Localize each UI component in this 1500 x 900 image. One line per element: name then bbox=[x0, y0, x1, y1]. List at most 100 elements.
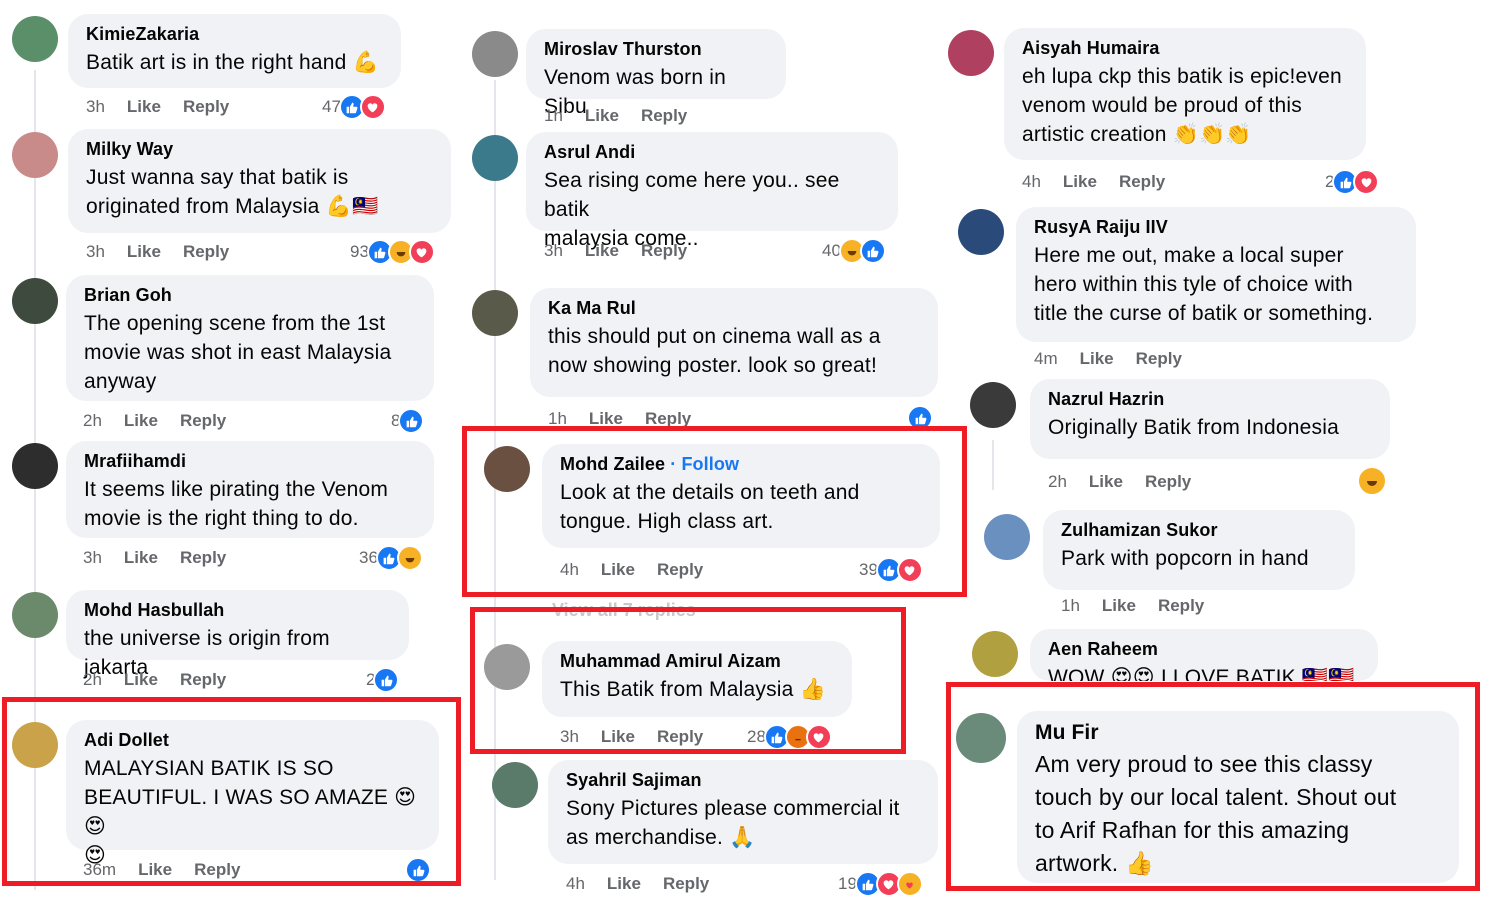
comment-time[interactable]: 3h bbox=[86, 242, 105, 261]
like-button[interactable]: Like bbox=[601, 560, 635, 579]
reply-button[interactable]: Reply bbox=[180, 411, 226, 430]
avatar[interactable] bbox=[948, 30, 994, 76]
reply-button[interactable]: Reply bbox=[641, 241, 687, 260]
avatar[interactable] bbox=[484, 446, 530, 492]
comment-author[interactable]: Milky Way bbox=[86, 139, 433, 160]
reply-button[interactable]: Reply bbox=[1158, 596, 1204, 615]
reaction-summary[interactable]: 28 bbox=[747, 724, 832, 750]
comment-time[interactable]: 36m bbox=[83, 860, 116, 879]
comment-author[interactable]: Muhammad Amirul Aizam bbox=[560, 651, 834, 672]
like-button[interactable]: Like bbox=[138, 860, 172, 879]
reply-button[interactable]: Reply bbox=[183, 242, 229, 261]
reaction-summary[interactable] bbox=[405, 857, 431, 883]
avatar[interactable] bbox=[12, 16, 58, 62]
reply-button[interactable]: Reply bbox=[183, 97, 229, 116]
comment-author[interactable]: Adi Dollet bbox=[84, 730, 421, 751]
comment-time[interactable]: 2h bbox=[83, 411, 102, 430]
like-button[interactable]: Like bbox=[124, 548, 158, 567]
comment-author[interactable]: RusyA Raiju IIV bbox=[1034, 217, 1398, 238]
comment-author[interactable]: Aisyah Humaira bbox=[1022, 38, 1348, 59]
comment-time[interactable]: 4h bbox=[560, 560, 579, 579]
comment-time[interactable]: 2h bbox=[83, 670, 102, 689]
like-button[interactable]: Like bbox=[585, 241, 619, 260]
avatar[interactable] bbox=[972, 631, 1018, 677]
comment-author[interactable]: Brian Goh bbox=[84, 285, 416, 306]
like-button[interactable]: Like bbox=[601, 727, 635, 746]
comment-time[interactable]: 1h bbox=[1061, 596, 1080, 615]
comment-time[interactable]: 4m bbox=[1034, 349, 1058, 368]
reply-button[interactable]: Reply bbox=[641, 106, 687, 125]
comment-author[interactable]: Mohd Hasbullah bbox=[84, 600, 391, 621]
comment-time[interactable]: 4h bbox=[566, 874, 585, 893]
comment-time[interactable]: 3h bbox=[83, 548, 102, 567]
comment-author[interactable]: Aen Raheem bbox=[1048, 639, 1360, 660]
like-button[interactable]: Like bbox=[607, 874, 641, 893]
reaction-summary[interactable]: 40 bbox=[822, 238, 886, 264]
avatar[interactable] bbox=[472, 290, 518, 336]
comment-time[interactable]: 2h bbox=[1048, 472, 1067, 491]
avatar[interactable] bbox=[12, 592, 58, 638]
like-button[interactable]: Like bbox=[1080, 349, 1114, 368]
comment-author[interactable]: Asrul Andi bbox=[544, 142, 880, 163]
reply-button[interactable]: Reply bbox=[663, 874, 709, 893]
like-button[interactable]: Like bbox=[1063, 172, 1097, 191]
like-button[interactable]: Like bbox=[585, 106, 619, 125]
avatar[interactable] bbox=[12, 278, 58, 324]
reply-button[interactable]: Reply bbox=[1119, 172, 1165, 191]
comment-time[interactable]: 3h bbox=[86, 97, 105, 116]
reaction-summary[interactable] bbox=[907, 405, 933, 431]
comment-time[interactable]: 4h bbox=[1022, 172, 1041, 191]
avatar[interactable] bbox=[12, 132, 58, 178]
reaction-summary[interactable]: 2 bbox=[1325, 169, 1380, 195]
reaction-summary[interactable]: 19 bbox=[838, 871, 923, 897]
reaction-summary[interactable] bbox=[1357, 466, 1387, 496]
reaction-summary[interactable]: 47 bbox=[322, 94, 386, 120]
reply-button[interactable]: Reply bbox=[657, 560, 703, 579]
like-button[interactable]: Like bbox=[589, 409, 623, 428]
avatar[interactable] bbox=[472, 135, 518, 181]
author-name[interactable]: Mohd Zailee bbox=[560, 454, 665, 474]
comment-author[interactable]: Syahril Sajiman bbox=[566, 770, 920, 791]
comment-author[interactable]: Ka Ma Rul bbox=[548, 298, 920, 319]
reply-button[interactable]: Reply bbox=[194, 860, 240, 879]
avatar[interactable] bbox=[472, 31, 518, 77]
comment-time[interactable]: 3h bbox=[560, 727, 579, 746]
comment-time[interactable]: 1h bbox=[544, 106, 563, 125]
like-button[interactable]: Like bbox=[124, 411, 158, 430]
avatar[interactable] bbox=[492, 762, 538, 808]
reply-button[interactable]: Reply bbox=[645, 409, 691, 428]
follow-button[interactable]: Follow bbox=[681, 454, 739, 474]
avatar[interactable] bbox=[484, 644, 530, 690]
avatar[interactable] bbox=[12, 722, 58, 768]
reply-button[interactable]: Reply bbox=[1136, 349, 1182, 368]
reaction-summary[interactable]: 8 bbox=[391, 408, 425, 434]
comment-author[interactable]: Mrafiihamdi bbox=[84, 451, 416, 472]
avatar[interactable] bbox=[984, 514, 1030, 560]
avatar[interactable] bbox=[970, 382, 1016, 428]
reply-button[interactable]: Reply bbox=[657, 727, 703, 746]
comment-author[interactable]: Nazrul Hazrin bbox=[1048, 389, 1372, 410]
reply-button[interactable]: Reply bbox=[1145, 472, 1191, 491]
reply-button[interactable]: Reply bbox=[180, 548, 226, 567]
comment-author[interactable]: KimieZakaria bbox=[86, 24, 383, 45]
like-button[interactable]: Like bbox=[124, 670, 158, 689]
like-button[interactable]: Like bbox=[127, 242, 161, 261]
comment-time[interactable]: 3h bbox=[544, 241, 563, 260]
like-button[interactable]: Like bbox=[1102, 596, 1136, 615]
comment-author[interactable]: Miroslav Thurston bbox=[544, 39, 768, 60]
reply-button[interactable]: Reply bbox=[180, 670, 226, 689]
like-button[interactable]: Like bbox=[127, 97, 161, 116]
reaction-summary[interactable]: 36 bbox=[359, 545, 423, 571]
reaction-summary[interactable]: 39 bbox=[859, 557, 923, 583]
avatar[interactable] bbox=[12, 443, 58, 489]
comment-author[interactable]: Mu Fir bbox=[1035, 721, 1441, 745]
like-button[interactable]: Like bbox=[1089, 472, 1123, 491]
comment-author[interactable]: Zulhamizan Sukor bbox=[1061, 520, 1337, 541]
avatar[interactable] bbox=[956, 713, 1006, 763]
comment-time[interactable]: 1h bbox=[548, 409, 567, 428]
avatar[interactable] bbox=[958, 209, 1004, 255]
reaction-summary[interactable]: 2 bbox=[366, 667, 400, 693]
view-replies-link[interactable]: View all 7 replies bbox=[552, 600, 696, 621]
comment-author[interactable]: Mohd Zailee · Follow bbox=[560, 454, 922, 475]
reaction-summary[interactable]: 93 bbox=[350, 239, 435, 265]
